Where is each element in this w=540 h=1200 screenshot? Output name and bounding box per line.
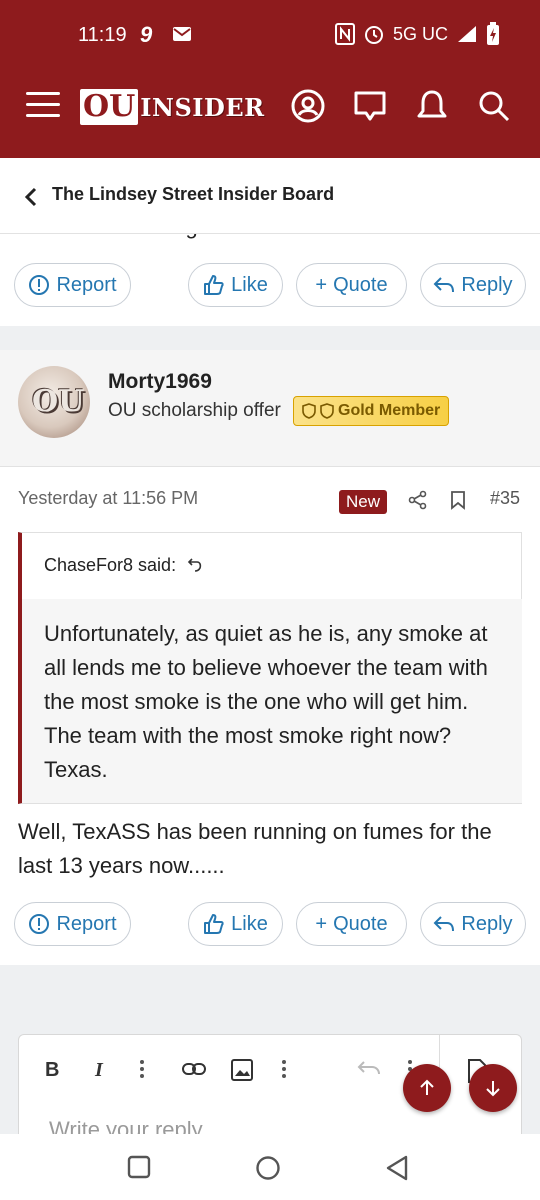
like-button[interactable]: Like xyxy=(188,263,283,307)
post-number[interactable]: #35 xyxy=(490,488,520,509)
network-label: 5G UC xyxy=(392,23,448,44)
go-to-quote-icon[interactable] xyxy=(187,557,203,573)
report-label: Report xyxy=(56,912,117,935)
thumbs-up-icon xyxy=(204,914,224,934)
recent-apps-icon[interactable] xyxy=(127,1155,151,1179)
breadcrumb[interactable]: The Lindsey Street Insider Board xyxy=(0,158,540,234)
new-badge: New xyxy=(339,490,388,514)
previous-post-actions: Report Like + Quote Reply xyxy=(0,263,540,311)
post-actions: Report Like + Quote Reply xyxy=(0,902,540,950)
gold-member-badge: Gold Member xyxy=(293,396,450,426)
mail-icon xyxy=(173,27,191,41)
post-body: Well, TexASS has been running on fumes f… xyxy=(18,819,492,878)
reply-button[interactable]: Reply xyxy=(420,263,526,307)
reply-arrow-icon xyxy=(434,916,455,932)
system-nav-bar xyxy=(0,1134,540,1200)
reply-label: Reply xyxy=(461,273,513,296)
reply-arrow-icon xyxy=(434,277,455,293)
shield-icon xyxy=(302,403,316,419)
bookmark-icon[interactable] xyxy=(450,490,466,510)
scroll-bottom-button[interactable] xyxy=(469,1064,517,1112)
shield-icon xyxy=(320,403,334,419)
home-icon[interactable] xyxy=(255,1155,281,1181)
avatar[interactable]: OU xyxy=(18,366,90,438)
report-icon xyxy=(29,914,50,934)
back-icon[interactable] xyxy=(385,1154,409,1182)
like-label: Like xyxy=(231,273,268,296)
quote-button[interactable]: + Quote xyxy=(296,263,407,307)
app-header: OU INSIDER xyxy=(0,70,540,150)
post-author-block: OU Morty1969 OU scholarship offer Gold M… xyxy=(0,350,540,467)
thumbs-up-icon xyxy=(204,275,224,295)
conversations-icon[interactable] xyxy=(352,88,388,124)
status-bar: 11:19 9 5G UC xyxy=(0,0,540,70)
status-left-icons: 9 xyxy=(140,22,192,46)
account-icon[interactable] xyxy=(290,88,326,124)
report-button[interactable]: Report xyxy=(14,902,131,946)
status-right-icons: 5G UC xyxy=(334,22,500,46)
post-date[interactable]: Yesterday at 11:56 PM xyxy=(18,488,198,509)
arrow-down-icon xyxy=(486,1081,500,1097)
plus-icon: + xyxy=(315,912,328,935)
menu-icon[interactable] xyxy=(26,92,60,122)
alerts-bell-icon[interactable] xyxy=(414,88,450,124)
more-options-icon[interactable] xyxy=(281,1059,287,1079)
breadcrumb-title[interactable]: The Lindsey Street Insider Board xyxy=(52,184,334,205)
header-divider xyxy=(0,150,540,158)
undo-icon[interactable] xyxy=(357,1059,381,1077)
report-button[interactable]: Report xyxy=(14,263,131,307)
back-chevron-icon[interactable] xyxy=(24,186,38,208)
app-notification-icon: 9 xyxy=(140,22,153,46)
like-button[interactable]: Like xyxy=(188,902,283,946)
reply-label: Reply xyxy=(461,912,513,935)
arrow-up-icon xyxy=(420,1079,434,1095)
signal-icon xyxy=(458,26,476,42)
status-time: 11:19 xyxy=(78,24,127,46)
like-label: Like xyxy=(231,912,268,935)
italic-button[interactable]: I xyxy=(95,1059,103,1082)
avatar-ou-mark: OU xyxy=(32,384,85,419)
report-label: Report xyxy=(56,273,117,296)
share-icon[interactable] xyxy=(408,490,428,510)
quote-block: ChaseFor8 said: Unfortunately, as quiet … xyxy=(18,532,522,804)
quote-author: ChaseFor8 said: xyxy=(44,555,177,575)
alarm-icon xyxy=(364,26,383,44)
badge-label: Gold Member xyxy=(338,402,441,419)
quote-label: Quote xyxy=(333,912,388,935)
quote-button[interactable]: + Quote xyxy=(296,902,407,946)
scroll-top-button[interactable] xyxy=(403,1064,451,1112)
svg-text:9: 9 xyxy=(140,22,153,46)
quote-text: Unfortunately, as quiet as he is, any sm… xyxy=(22,599,522,803)
site-logo[interactable]: OU INSIDER xyxy=(80,88,265,126)
reply-button[interactable]: Reply xyxy=(420,902,526,946)
plus-icon: + xyxy=(315,273,328,296)
logo-ou: OU xyxy=(80,89,139,125)
post-meta: Yesterday at 11:56 PM #35 xyxy=(0,468,540,532)
more-options-icon[interactable] xyxy=(139,1059,145,1079)
post-separator xyxy=(0,326,540,350)
username[interactable]: Morty1969 xyxy=(108,370,212,394)
image-icon[interactable] xyxy=(231,1059,253,1081)
battery-icon xyxy=(487,22,499,45)
search-icon[interactable] xyxy=(476,88,512,124)
link-icon[interactable] xyxy=(181,1059,207,1079)
user-title: OU scholarship offer xyxy=(108,400,281,421)
nfc-icon xyxy=(334,23,355,45)
report-icon xyxy=(29,275,50,295)
quote-header[interactable]: ChaseFor8 said: xyxy=(44,555,203,576)
quote-label: Quote xyxy=(333,273,388,296)
logo-insider: INSIDER xyxy=(140,92,265,122)
bold-button[interactable]: B xyxy=(45,1059,59,1082)
